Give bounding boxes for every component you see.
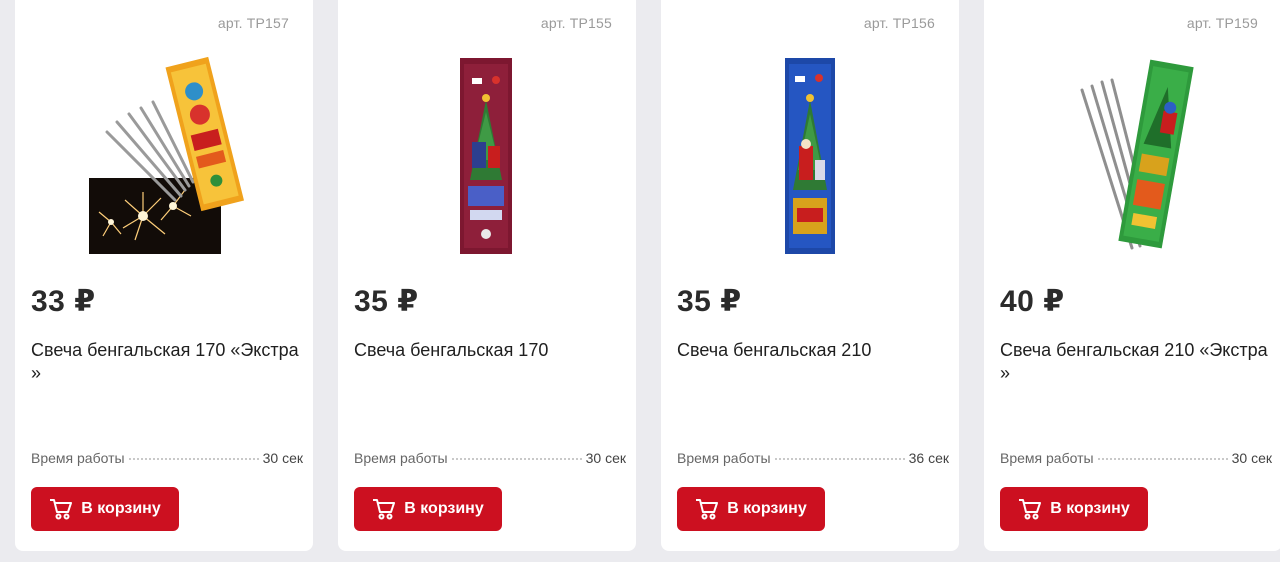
product-sku: арт. ТР159 <box>1186 15 1258 31</box>
add-to-cart-label: В корзину <box>1050 500 1130 517</box>
spec-label: Время работы <box>1000 450 1094 466</box>
spec-value: 30 сек <box>1231 450 1272 466</box>
spec-leader-dots <box>451 458 582 460</box>
product-title[interactable]: Свеча бенгальская 170 <box>354 339 624 362</box>
cart-icon <box>695 498 719 520</box>
product-card: арт. ТР156 35 ₽ Свеча бенгальская 210 Вр… <box>661 0 959 551</box>
cart-icon <box>1018 498 1042 520</box>
product-card: арт. ТР157 33 ₽ Свеча бенгальская 170 «Э… <box>15 0 313 551</box>
product-image[interactable] <box>15 50 313 262</box>
product-price: 35 ₽ <box>354 285 419 318</box>
add-to-cart-button[interactable]: В корзину <box>31 487 179 531</box>
product-spec-row: Время работы 30 сек <box>31 450 303 466</box>
product-title[interactable]: Свеча бенгальская 210 «Экстра » <box>1000 339 1270 385</box>
product-spec-row: Время работы 30 сек <box>354 450 626 466</box>
spec-label: Время работы <box>354 450 448 466</box>
product-image[interactable] <box>338 50 636 262</box>
cart-icon <box>49 498 73 520</box>
add-to-cart-label: В корзину <box>81 500 161 517</box>
product-sku: арт. ТР157 <box>217 15 289 31</box>
product-title[interactable]: Свеча бенгальская 210 <box>677 339 947 362</box>
product-image[interactable] <box>984 50 1280 262</box>
add-to-cart-label: В корзину <box>404 500 484 517</box>
product-price: 35 ₽ <box>677 285 742 318</box>
spec-value: 36 сек <box>908 450 949 466</box>
spec-leader-dots <box>1097 458 1228 460</box>
product-card: арт. ТР159 40 ₽ Свеча бенгальская 210 «Э… <box>984 0 1280 551</box>
add-to-cart-button[interactable]: В корзину <box>1000 487 1148 531</box>
product-sku: арт. ТР156 <box>863 15 935 31</box>
product-image[interactable] <box>661 50 959 262</box>
add-to-cart-button[interactable]: В корзину <box>354 487 502 531</box>
product-card: арт. ТР155 35 ₽ Свеча бенгальская 170 Вр… <box>338 0 636 551</box>
add-to-cart-label: В корзину <box>727 500 807 517</box>
product-title[interactable]: Свеча бенгальская 170 «Экстра » <box>31 339 301 385</box>
cart-icon <box>372 498 396 520</box>
product-sku: арт. ТР155 <box>540 15 612 31</box>
product-spec-row: Время работы 30 сек <box>1000 450 1272 466</box>
product-price: 40 ₽ <box>1000 285 1065 318</box>
product-price: 33 ₽ <box>31 285 96 318</box>
spec-value: 30 сек <box>585 450 626 466</box>
spec-leader-dots <box>774 458 905 460</box>
spec-label: Время работы <box>31 450 125 466</box>
spec-leader-dots <box>128 458 259 460</box>
add-to-cart-button[interactable]: В корзину <box>677 487 825 531</box>
spec-value: 30 сек <box>262 450 303 466</box>
product-spec-row: Время работы 36 сек <box>677 450 949 466</box>
spec-label: Время работы <box>677 450 771 466</box>
